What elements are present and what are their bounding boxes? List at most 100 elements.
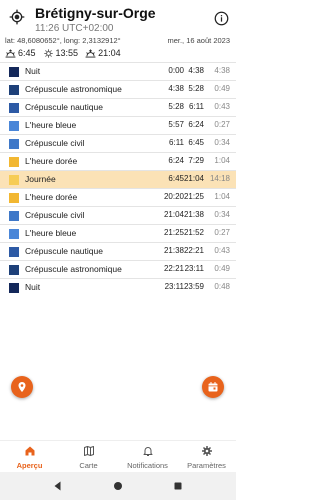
calendar-icon (208, 382, 218, 392)
local-time: 11:26 UTC+02:00 (35, 23, 114, 34)
phase-row[interactable]: Crépuscule civil 6:11 6:45 0:34 (0, 134, 236, 152)
calendar-fab-button[interactable] (202, 376, 224, 398)
phase-row[interactable]: L'heure bleue 21:25 21:52 0:27 (0, 224, 236, 242)
info-icon[interactable] (214, 11, 229, 26)
phase-color-swatch (9, 157, 19, 167)
phase-name: L'heure bleue (25, 120, 77, 130)
phase-duration: 0:43 (214, 246, 230, 255)
recents-icon[interactable] (172, 480, 184, 492)
phase-name: Crépuscule astronomique (25, 84, 122, 94)
phase-name: Crépuscule civil (25, 210, 85, 220)
solar-noon-icon (43, 48, 53, 58)
phase-duration: 1:04 (214, 156, 230, 165)
phase-start: 6:45 (168, 174, 184, 183)
map-icon (83, 446, 94, 456)
phase-color-swatch (9, 229, 19, 239)
phase-row[interactable]: Nuit 0:00 4:38 4:38 (0, 62, 236, 80)
phase-name: L'heure dorée (25, 156, 78, 166)
phase-row[interactable]: Crépuscule astronomique 22:21 23:11 0:49 (0, 260, 236, 278)
phase-name: L'heure bleue (25, 228, 77, 238)
phase-duration: 1:04 (214, 192, 230, 201)
phase-row[interactable]: L'heure dorée 6:24 7:29 1:04 (0, 152, 236, 170)
location-pin-icon (18, 382, 26, 392)
location-fab-button[interactable] (11, 376, 33, 398)
phase-name: Journée (25, 174, 56, 184)
nav-label: Notifications (127, 461, 168, 470)
phase-start: 21:25 (163, 228, 184, 237)
phase-duration: 0:34 (214, 138, 230, 147)
phase-row[interactable]: Crépuscule astronomique 4:38 5:28 0:49 (0, 80, 236, 98)
phase-color-swatch (9, 103, 19, 113)
solar-noon-time: 13:55 (55, 48, 79, 58)
nav-label: Paramètres (187, 461, 226, 470)
my-location-icon[interactable] (9, 9, 25, 25)
sun-summary: 6:45 13:55 21:04 (5, 47, 128, 59)
location-title[interactable]: Brétigny-sur-Orge (35, 5, 156, 21)
gear-icon (201, 446, 212, 456)
nav-tab-overview[interactable]: Aperçu (0, 441, 59, 472)
phase-name: Crépuscule nautique (25, 102, 103, 112)
phase-start: 23:11 (164, 282, 184, 291)
date-label[interactable]: mer., 16 août 2023 (167, 36, 230, 45)
phase-color-swatch (9, 121, 19, 131)
coordinates: lat: 48,6080652°, long: 2,3132912° (5, 36, 121, 45)
phase-start: 5:28 (168, 102, 184, 111)
nav-tab-map[interactable]: Carte (59, 441, 118, 472)
phase-end: 23:11 (184, 264, 204, 273)
phase-duration: 0:48 (214, 282, 230, 291)
day-phases-list: Nuit 0:00 4:38 4:38 Crépuscule astronomique… (0, 62, 236, 296)
nav-label: Aperçu (16, 461, 43, 470)
phase-row[interactable]: L'heure bleue 5:57 6:24 0:27 (0, 116, 236, 134)
phase-row[interactable]: Crépuscule nautique 5:28 6:11 0:43 (0, 98, 236, 116)
phase-color-swatch (9, 85, 19, 95)
phase-row[interactable]: L'heure dorée 20:20 21:25 1:04 (0, 188, 236, 206)
nav-tab-notifications[interactable]: Notifications (118, 441, 177, 472)
phase-end: 21:04 (183, 174, 204, 183)
phase-color-swatch (9, 175, 19, 185)
phase-duration: 14:18 (209, 174, 230, 183)
phase-duration: 0:49 (214, 84, 230, 93)
home-circle-icon[interactable] (112, 480, 124, 492)
phase-end: 23:59 (183, 282, 204, 291)
phase-duration: 0:27 (214, 120, 230, 129)
phase-start: 5:57 (168, 120, 184, 129)
phase-end: 21:52 (183, 228, 204, 237)
sunrise-time: 6:45 (18, 48, 36, 58)
phase-end: 5:28 (188, 84, 204, 93)
phase-end: 22:21 (183, 246, 204, 255)
phase-color-swatch (9, 67, 19, 77)
phase-color-swatch (9, 283, 19, 293)
phase-row[interactable]: Journée 6:45 21:04 14:18 (0, 170, 236, 188)
phase-end: 6:45 (188, 138, 204, 147)
phase-name: Nuit (25, 282, 41, 292)
nav-tab-settings[interactable]: Paramètres (177, 441, 236, 472)
phase-end: 7:29 (188, 156, 204, 165)
phase-name: Nuit (25, 66, 41, 76)
phase-start: 22:21 (163, 264, 184, 273)
phase-row[interactable]: Crépuscule civil 21:04 21:38 0:34 (0, 206, 236, 224)
nav-label: Carte (79, 461, 98, 470)
phase-start: 21:38 (163, 246, 184, 255)
phase-color-swatch (9, 193, 19, 203)
phase-row[interactable]: Crépuscule nautique 21:38 22:21 0:43 (0, 242, 236, 260)
back-icon[interactable] (52, 480, 64, 492)
phase-start: 20:20 (163, 192, 184, 201)
phase-duration: 0:49 (214, 264, 230, 273)
phase-color-swatch (9, 247, 19, 257)
bottom-navigation: Aperçu Carte Notifications Paramètres (0, 440, 236, 472)
phase-duration: 0:34 (214, 210, 230, 219)
phase-color-swatch (9, 139, 19, 149)
sunset-time: 21:04 (98, 48, 121, 58)
phase-start: 4:38 (168, 84, 184, 93)
sunrise-icon (5, 48, 16, 58)
phase-duration: 0:43 (214, 102, 230, 111)
phase-name: Crépuscule nautique (25, 246, 103, 256)
phase-color-swatch (9, 265, 19, 275)
phase-start: 6:24 (168, 156, 184, 165)
system-navigation-bar (0, 472, 236, 500)
sunset-icon (85, 48, 96, 58)
phase-name: Crépuscule astronomique (25, 264, 122, 274)
phase-start: 6:11 (169, 138, 184, 147)
phase-row[interactable]: Nuit 23:11 23:59 0:48 (0, 278, 236, 296)
phase-start: 0:00 (168, 66, 184, 75)
